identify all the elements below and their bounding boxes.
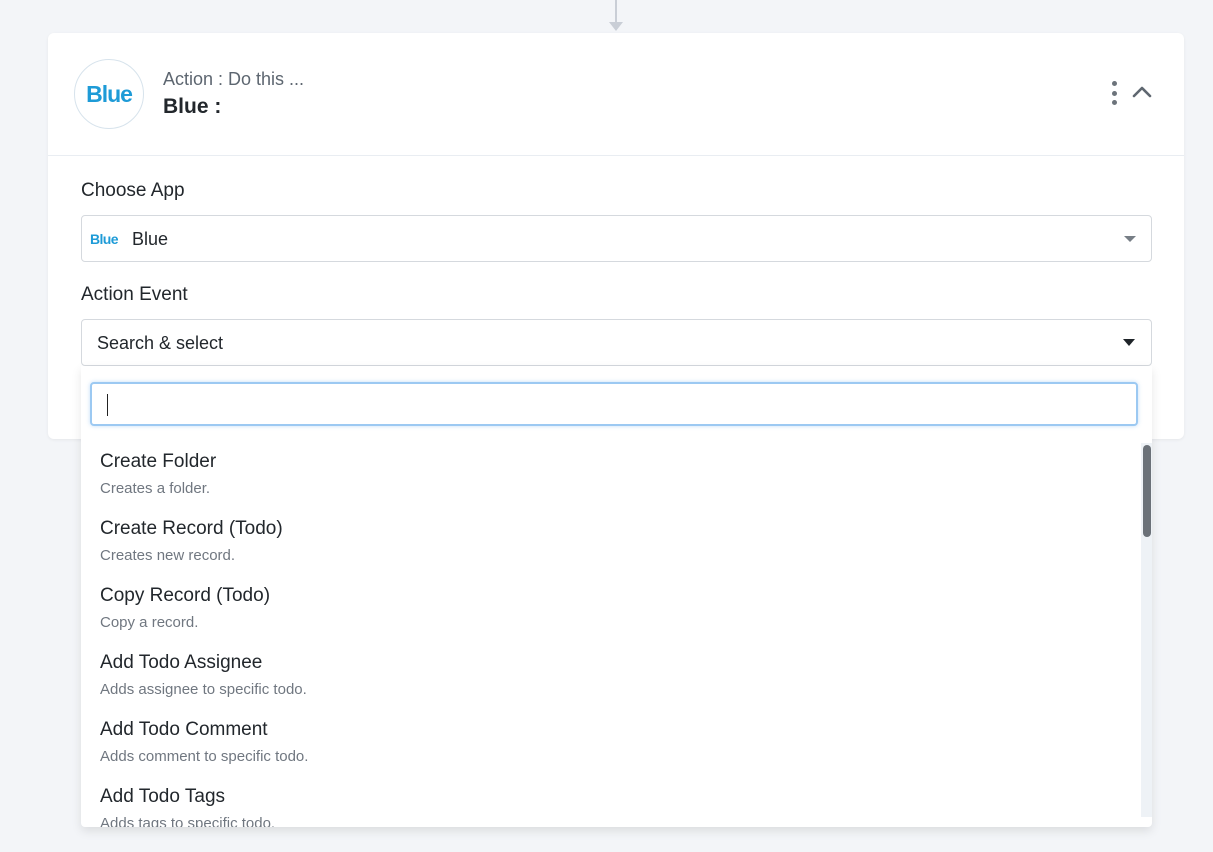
action-event-label: Action Event: [81, 284, 188, 305]
option-description: Creates new record.: [100, 547, 236, 564]
option-copy-record[interactable]: Copy Record (Todo) Copy a record.: [81, 577, 1139, 644]
option-title: Create Record (Todo): [100, 518, 283, 539]
caret-down-icon: [1123, 339, 1135, 346]
caret-down-icon: [1124, 236, 1136, 242]
option-description: Adds comment to specific todo.: [100, 748, 309, 765]
option-title: Add Todo Comment: [100, 719, 268, 740]
choose-app-value: Blue: [132, 229, 169, 249]
option-title: Copy Record (Todo): [100, 585, 271, 606]
option-title: Add Todo Tags: [100, 786, 226, 807]
blue-logo-text: Blue: [86, 80, 133, 107]
option-add-todo-assignee[interactable]: Add Todo Assignee Adds assignee to speci…: [81, 644, 1139, 711]
option-description: Adds tags to specific todo.: [100, 815, 276, 827]
option-create-folder[interactable]: Create Folder Creates a folder.: [81, 443, 1139, 510]
dropdown-search-input[interactable]: [90, 382, 1138, 426]
choose-app-label: Choose App: [81, 180, 185, 201]
card-header[interactable]: Blue Action : Do this ... Blue :: [48, 33, 1184, 156]
step-title: Blue :: [163, 95, 222, 118]
option-title: Create Folder: [100, 451, 217, 472]
action-event-placeholder: Search & select: [97, 333, 224, 353]
option-description: Creates a folder.: [100, 480, 211, 497]
dropdown-options-list: Create Folder Creates a folder. Create R…: [81, 443, 1139, 827]
action-event-dropdown: Create Folder Creates a folder. Create R…: [81, 366, 1152, 827]
choose-app-select[interactable]: Blue Blue: [81, 215, 1152, 262]
option-add-todo-tags[interactable]: Add Todo Tags Adds tags to specific todo…: [81, 778, 1139, 827]
blue-app-logo: Blue: [74, 59, 144, 129]
chevron-up-icon[interactable]: [1130, 81, 1154, 101]
option-title: Add Todo Assignee: [100, 652, 263, 673]
flow-connector-arrow-icon: [609, 22, 623, 31]
kebab-menu-icon[interactable]: [1108, 81, 1120, 105]
dropdown-scrollbar-thumb[interactable]: [1143, 445, 1151, 537]
option-description: Adds assignee to specific todo.: [100, 681, 307, 698]
option-add-todo-comment[interactable]: Add Todo Comment Adds comment to specifi…: [81, 711, 1139, 778]
option-description: Copy a record.: [100, 614, 199, 631]
action-event-select[interactable]: Search & select: [81, 319, 1152, 366]
blue-mini-logo: Blue: [90, 231, 119, 247]
option-create-record[interactable]: Create Record (Todo) Creates new record.: [81, 510, 1139, 577]
step-label: Action : Do this ...: [163, 69, 305, 89]
text-cursor: [107, 394, 108, 416]
